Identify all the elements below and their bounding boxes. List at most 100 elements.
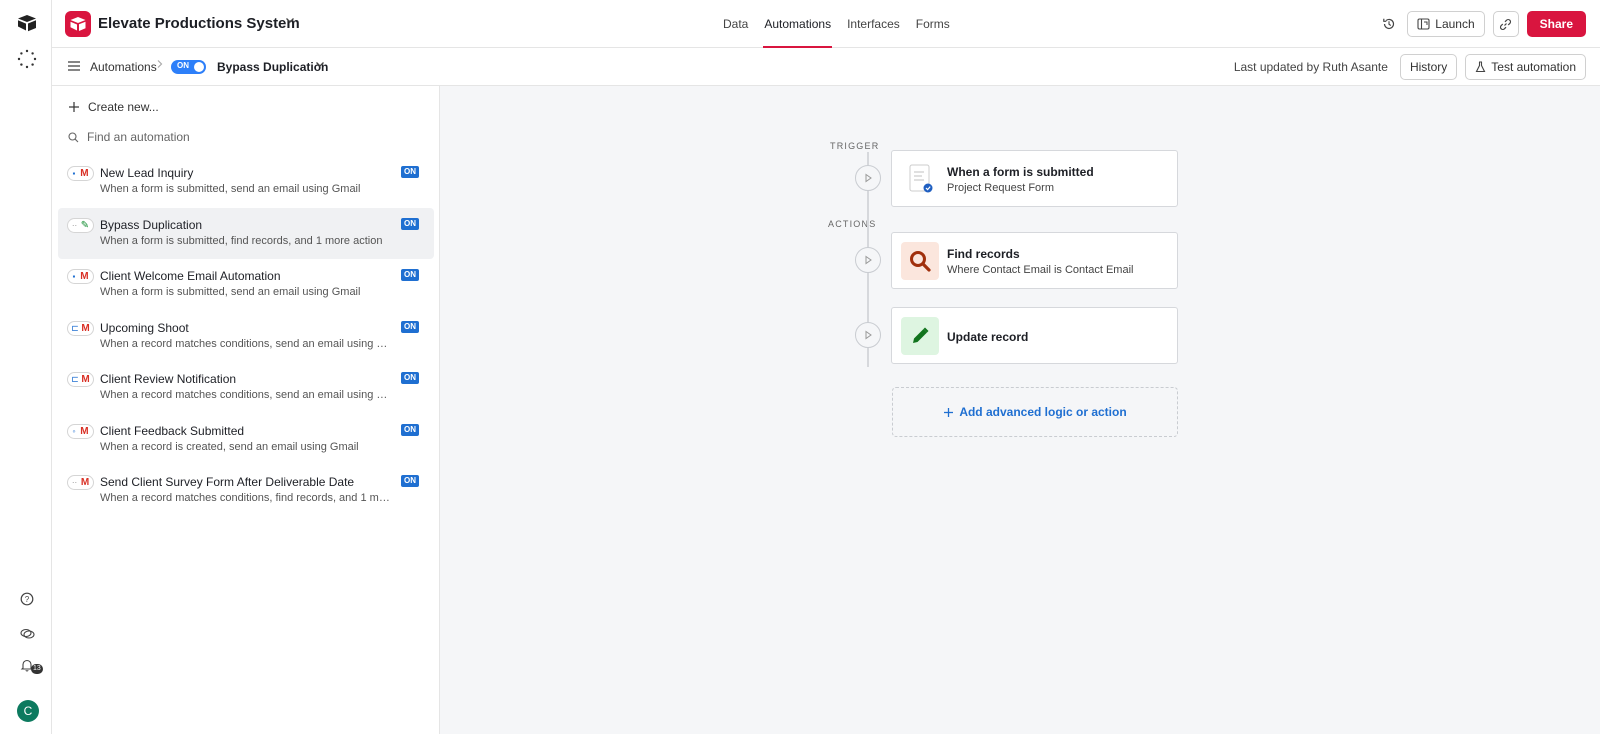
conditions-icon: ⊏ xyxy=(71,374,79,384)
form-icon: ▪ xyxy=(72,169,76,178)
run-step-icon[interactable] xyxy=(855,322,881,348)
pencil-icon xyxy=(901,317,939,355)
marketplace-icon[interactable] xyxy=(19,625,35,641)
run-step-icon[interactable] xyxy=(855,247,881,273)
status-badge: ON xyxy=(401,217,419,230)
top-bar: Elevate Productions System Data Automati… xyxy=(52,0,1600,48)
history-button[interactable]: History xyxy=(1399,54,1458,80)
trigger-subtitle: Project Request Form xyxy=(947,182,1054,194)
action-card-find-records[interactable]: Find records Where Contact Email is Cont… xyxy=(891,232,1178,289)
avatar[interactable]: C xyxy=(17,700,39,722)
automation-name: Client Welcome Email Automation xyxy=(100,269,281,283)
automation-name: Client Review Notification xyxy=(100,372,237,386)
share-button[interactable]: Share xyxy=(1526,11,1586,37)
gmail-icon: M xyxy=(80,271,89,282)
tab-forms[interactable]: Forms xyxy=(915,0,951,48)
tab-automations[interactable]: Automations xyxy=(763,0,833,48)
plus-icon xyxy=(69,102,79,112)
tab-data[interactable]: Data xyxy=(722,0,749,48)
notification-badge: 13 xyxy=(31,664,43,674)
automation-name: Client Feedback Submitted xyxy=(100,423,245,438)
automation-icons: ⊏ M xyxy=(67,372,94,387)
svg-text:?: ? xyxy=(25,595,30,604)
form-icon: ▪ xyxy=(72,272,76,281)
create-new-button[interactable]: Create new... xyxy=(68,100,159,114)
test-automation-label: Test automation xyxy=(1491,60,1576,74)
chevron-down-icon[interactable] xyxy=(315,59,325,72)
add-logic-action-button[interactable]: Add advanced logic or action xyxy=(892,387,1178,437)
list-item[interactable]: ·· ✎ Bypass Duplication When a form is s… xyxy=(58,207,434,259)
workspace-icon[interactable] xyxy=(17,49,37,69)
status-badge: ON xyxy=(401,372,419,384)
airtable-logo-icon[interactable] xyxy=(17,14,37,32)
list-item[interactable]: ⊏ M Upcoming Shoot When a record matches… xyxy=(58,311,434,362)
revision-history-icon[interactable] xyxy=(1379,11,1399,37)
search-input[interactable]: Find an automation xyxy=(87,130,190,144)
tab-interfaces[interactable]: Interfaces xyxy=(846,0,901,48)
status-badge: ON xyxy=(401,269,419,281)
list-item[interactable]: ▪ M New Lead Inquiry When a form is subm… xyxy=(58,156,434,207)
launch-label: Launch xyxy=(1435,17,1475,31)
automation-icons: ·· ✎ xyxy=(67,217,94,233)
test-automation-button[interactable]: Test automation xyxy=(1465,54,1586,80)
magnifier-icon xyxy=(901,242,939,280)
help-icon[interactable]: ? xyxy=(19,591,35,607)
run-step-icon[interactable] xyxy=(855,165,881,191)
add-logic-action-label: Add advanced logic or action xyxy=(959,405,1127,419)
pencil-icon: ✎ xyxy=(80,219,90,231)
gmail-icon: M xyxy=(80,477,90,488)
automation-name[interactable]: Bypass Duplication xyxy=(217,60,328,74)
record-icon: ◦ xyxy=(72,426,76,436)
breadcrumb[interactable]: Automations xyxy=(90,60,157,74)
trigger-title: When a form is submitted xyxy=(947,165,1094,179)
automation-name: Bypass Duplication xyxy=(100,217,203,232)
automation-icons: ▪ M xyxy=(67,166,94,181)
copy-link-button[interactable] xyxy=(1492,11,1519,37)
automation-icons: ◦ M xyxy=(67,423,94,439)
gmail-icon: M xyxy=(80,425,89,437)
action-title: Update record xyxy=(947,330,1029,344)
list-item[interactable]: ⊏ M Client Review Notification When a re… xyxy=(58,362,434,413)
chevron-right-icon xyxy=(156,59,164,72)
automation-icons: ⊏ M xyxy=(67,320,94,336)
automation-desc: When a form is submitted, send an email … xyxy=(100,286,361,298)
create-new-label: Create new... xyxy=(88,100,159,114)
action-title: Find records xyxy=(947,247,1020,261)
automation-toggle[interactable]: ON xyxy=(171,60,206,74)
left-rail: ? 13 C xyxy=(0,0,52,734)
status-badge: ON xyxy=(401,475,419,487)
trigger-label: TRIGGER xyxy=(830,141,880,151)
automation-name: New Lead Inquiry xyxy=(100,166,194,180)
automation-desc: When a record matches conditions, find r… xyxy=(100,492,392,504)
chevron-down-icon[interactable] xyxy=(285,14,295,28)
automation-icons: ·· M xyxy=(67,475,94,490)
toggle-label: ON xyxy=(177,61,189,70)
list-item[interactable]: ◦ M Client Feedback Submitted When a rec… xyxy=(58,414,434,465)
automation-list-panel: Create new... Find an automation ▪ M New… xyxy=(52,86,440,734)
trigger-card[interactable]: When a form is submitted Project Request… xyxy=(891,150,1178,207)
automation-desc: When a record is created, send an email … xyxy=(100,440,359,453)
status-badge: ON xyxy=(401,166,419,178)
top-bar-actions: Launch Share xyxy=(1379,11,1586,37)
list-item[interactable]: ▪ M Client Welcome Email Automation When… xyxy=(58,259,434,310)
menu-icon[interactable] xyxy=(67,60,81,72)
automation-desc: When a record matches conditions, send a… xyxy=(100,337,392,350)
find-automation-search[interactable]: Find an automation xyxy=(68,130,190,144)
launch-icon xyxy=(1417,18,1430,30)
flask-icon xyxy=(1475,61,1486,73)
automation-desc: When a form is submitted, find records, … xyxy=(100,234,383,247)
automation-canvas: TRIGGER ACTIONS When a form is submitted… xyxy=(440,86,1600,734)
plus-icon xyxy=(944,407,954,417)
nav-tabs: Data Automations Interfaces Forms xyxy=(722,0,951,48)
base-name[interactable]: Elevate Productions System xyxy=(98,15,300,32)
status-badge: ON xyxy=(401,320,419,333)
list-item[interactable]: ·· M Send Client Survey Form After Deliv… xyxy=(58,465,434,516)
form-icon: ·· xyxy=(71,220,78,230)
automation-header-actions: Last updated by Ruth Asante History Test… xyxy=(1234,54,1586,80)
gmail-icon: M xyxy=(81,374,90,385)
action-card-update-record[interactable]: Update record xyxy=(891,307,1178,364)
launch-button[interactable]: Launch xyxy=(1407,11,1485,37)
link-icon xyxy=(1500,18,1512,30)
conditions-icon: ⊏ xyxy=(71,322,79,333)
base-icon[interactable] xyxy=(65,11,91,37)
